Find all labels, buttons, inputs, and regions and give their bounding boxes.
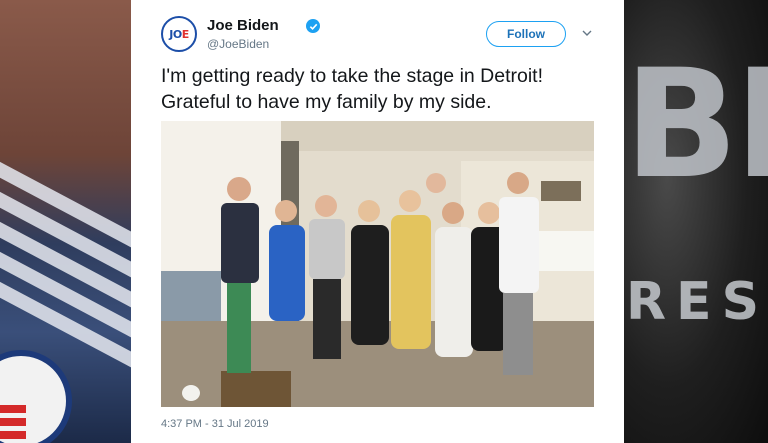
chevron-down-icon[interactable] [581, 27, 593, 39]
avatar[interactable]: JOE [161, 16, 197, 52]
tweet-card: JOE Joe Biden @JoeBiden Follow I'm getti… [131, 0, 624, 443]
background-logo-text: BI [624, 38, 768, 212]
background-right-blur: BI RES [624, 0, 768, 443]
tweet-photo[interactable] [161, 121, 594, 407]
background-left-blur [0, 0, 131, 443]
tweet-text-line: I'm getting ready to take the stage in D… [161, 65, 544, 87]
tweet-text-line: Grateful to have my family by my side. [161, 91, 492, 113]
tweet-text: I'm getting ready to take the stage in D… [161, 63, 606, 115]
tweet-timestamp[interactable]: 4:37 PM - 31 Jul 2019 [161, 418, 269, 430]
background-subtitle-text: RES [626, 272, 768, 332]
follow-button[interactable]: Follow [486, 21, 566, 47]
verified-badge-icon [306, 19, 320, 33]
author-name[interactable]: Joe Biden [207, 17, 279, 34]
campaign-badge [0, 350, 72, 443]
author-handle[interactable]: @JoeBiden [207, 37, 269, 51]
